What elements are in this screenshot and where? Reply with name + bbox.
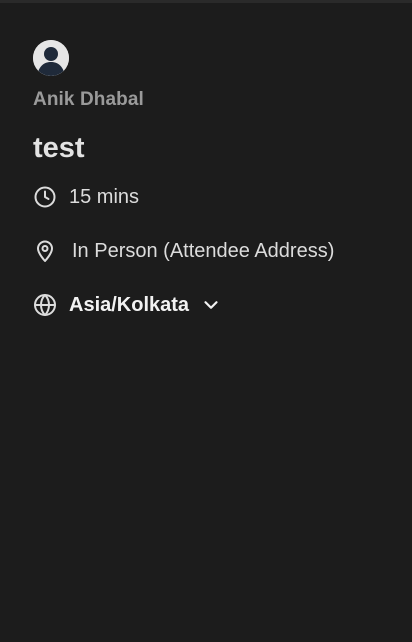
duration-text: 15 mins [69, 185, 140, 208]
organizer-name: Anik Dhabal [33, 89, 144, 110]
user-avatar-icon [33, 40, 69, 76]
map-pin-icon [33, 239, 57, 263]
chevron-down-icon[interactable] [199, 293, 223, 317]
event-location: In Person (Attendee Address) [33, 239, 334, 263]
clock-icon [33, 185, 57, 209]
location-text: In Person (Attendee Address) [72, 239, 335, 262]
event-title: test [33, 132, 85, 164]
event-duration: 15 mins [33, 185, 139, 209]
timezone-selector[interactable]: Asia/Kolkata [33, 293, 223, 317]
globe-icon [33, 293, 57, 317]
timezone-text: Asia/Kolkata [69, 293, 190, 316]
